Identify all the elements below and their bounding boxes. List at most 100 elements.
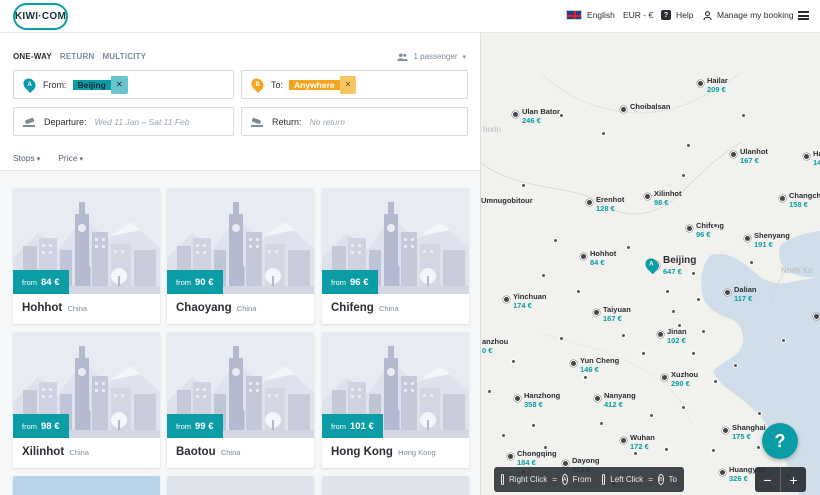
map-airport-dot[interactable]	[741, 113, 746, 118]
map-airport-dot[interactable]	[531, 423, 536, 428]
marker-dot	[719, 469, 726, 476]
map-airport-dot[interactable]	[686, 143, 691, 148]
country-name: China	[69, 448, 89, 457]
city-name-row: Chaoyang China	[176, 302, 256, 314]
map-airport-dot[interactable]	[487, 389, 492, 394]
destination-card[interactable]: from 99 € Baotou China	[167, 332, 314, 468]
map-airport-dot[interactable]	[626, 245, 631, 250]
hamburger-menu-icon[interactable]	[798, 11, 809, 20]
map-airport-dot[interactable]	[641, 351, 646, 356]
map-airport-dot[interactable]	[691, 271, 696, 276]
map-airport-dot[interactable]	[559, 113, 564, 118]
marker-price: 172 €	[630, 442, 649, 451]
map-airport-dot[interactable]	[664, 447, 669, 452]
remove-from-icon[interactable]: ✕	[110, 75, 128, 94]
passengers-icon	[397, 52, 409, 61]
destination-card[interactable]: from 96 € Chifeng China	[322, 188, 469, 324]
map-airport-dot[interactable]	[621, 333, 626, 338]
language-selector[interactable]: English	[566, 10, 615, 20]
marker-price: 191 €	[754, 240, 773, 249]
map-airport-dot[interactable]	[677, 323, 682, 328]
currency-selector[interactable]: EUR - €	[623, 10, 653, 20]
map-airport-dot[interactable]	[711, 448, 716, 453]
marker-price: 412 €	[604, 400, 623, 409]
map-airport-dot[interactable]	[696, 297, 701, 302]
map-airport-dot[interactable]	[756, 445, 761, 450]
map-airport-dot[interactable]	[665, 289, 670, 294]
price-tag: from 96 €	[322, 270, 378, 294]
map-place-label: horin	[483, 125, 501, 134]
marker-dot	[697, 80, 704, 87]
map-airport-dot[interactable]	[649, 413, 654, 418]
map-airport-dot[interactable]	[749, 260, 754, 265]
map-view[interactable]: Hailar 209 € Ulan Bator 246 € Choibalsan…	[481, 33, 820, 495]
destination-card[interactable]: from 98 € Xilinhot China	[13, 332, 160, 468]
user-icon	[703, 10, 712, 20]
price-filter[interactable]: Price	[58, 153, 83, 163]
map-airport-dot[interactable]	[553, 238, 558, 243]
zoom-controls: − +	[755, 467, 806, 492]
manage-booking-link[interactable]: Manage my booking	[703, 10, 794, 20]
zoom-out-button[interactable]: −	[755, 467, 781, 492]
to-field[interactable]: B To: Anywhere ✕	[241, 70, 468, 99]
marker-price: 326 €	[729, 474, 748, 483]
map-place-label: Umnugobitour	[481, 196, 533, 205]
price-value: 98 €	[41, 420, 60, 432]
passenger-selector[interactable]: 1 passenger ▾	[397, 52, 466, 61]
map-airport-dot[interactable]	[681, 405, 686, 410]
help-link[interactable]: ? Help	[661, 10, 693, 20]
filter-bar: Stops Price	[13, 153, 83, 163]
map-airport-dot[interactable]	[576, 289, 581, 294]
zoom-in-button[interactable]: +	[781, 467, 806, 492]
map-airport-dot[interactable]	[599, 421, 604, 426]
departure-field[interactable]: Departure: Wed 11 Jan – Sat 11 Feb	[13, 107, 234, 136]
map-airport-dot[interactable]	[757, 411, 762, 416]
destination-card-partial[interactable]	[322, 476, 469, 495]
map-airport-dot[interactable]	[671, 309, 676, 314]
tab-one-way[interactable]: ONE-WAY	[13, 52, 52, 61]
price-prefix: from	[331, 277, 346, 287]
help-chat-button[interactable]: ?	[762, 423, 798, 459]
return-field[interactable]: Return: No return	[241, 107, 468, 136]
map-airport-dot[interactable]	[633, 451, 638, 456]
return-plane-icon	[251, 117, 263, 127]
tab-multicity[interactable]: MULTICITY	[102, 52, 146, 61]
marker-dot	[620, 437, 627, 444]
destination-card-partial[interactable]	[167, 476, 314, 495]
map-airport-dot[interactable]	[713, 379, 718, 384]
price-tag: from 101 €	[322, 414, 383, 438]
map-airport-dot[interactable]	[701, 329, 706, 334]
map-airport-dot[interactable]	[733, 363, 738, 368]
destination-card[interactable]: from 101 € Hong Kong Hong Kong	[322, 332, 469, 468]
remove-to-icon[interactable]: ✕	[339, 75, 357, 94]
map-airport-dot[interactable]	[681, 173, 686, 178]
map-airport-dot[interactable]	[543, 445, 548, 450]
results-panel: ONE-WAY RETURN MULTICITY 1 passenger ▾ A…	[0, 33, 481, 495]
map-airport-dot[interactable]	[691, 351, 696, 356]
search-form: ONE-WAY RETURN MULTICITY 1 passenger ▾ A…	[0, 33, 480, 171]
tab-return[interactable]: RETURN	[60, 52, 95, 61]
destination-card-partial[interactable]	[13, 476, 160, 495]
destination-card[interactable]: from 84 € Hohhot China	[13, 188, 160, 324]
map-airport-dot[interactable]	[501, 433, 506, 438]
map-airport-dot[interactable]	[559, 336, 564, 341]
marker-price: 146 €	[580, 365, 599, 374]
map-airport-dot[interactable]	[713, 223, 718, 228]
help-icon: ?	[661, 10, 671, 20]
map-airport-dot[interactable]	[601, 131, 606, 136]
marker-price: 246 €	[522, 116, 541, 125]
marker-price: 167 €	[740, 156, 759, 165]
map-airport-dot[interactable]	[511, 359, 516, 364]
map-airport-dot[interactable]	[583, 375, 588, 380]
marker-price: 358 €	[524, 400, 543, 409]
destination-card[interactable]: from 90 € Chaoyang China	[167, 188, 314, 324]
marker-city: Dayong	[572, 456, 600, 465]
kiwi-logo[interactable]: KIWI·COM	[13, 3, 68, 30]
map-airport-dot[interactable]	[541, 273, 546, 278]
country-name: China	[67, 304, 88, 313]
map-airport-dot[interactable]	[521, 183, 526, 188]
from-field[interactable]: A From: Beijing ✕	[13, 70, 234, 99]
stops-filter[interactable]: Stops	[13, 153, 40, 163]
map-airport-dot[interactable]	[781, 338, 786, 343]
city-name-row: Xilinhot China	[22, 446, 89, 458]
